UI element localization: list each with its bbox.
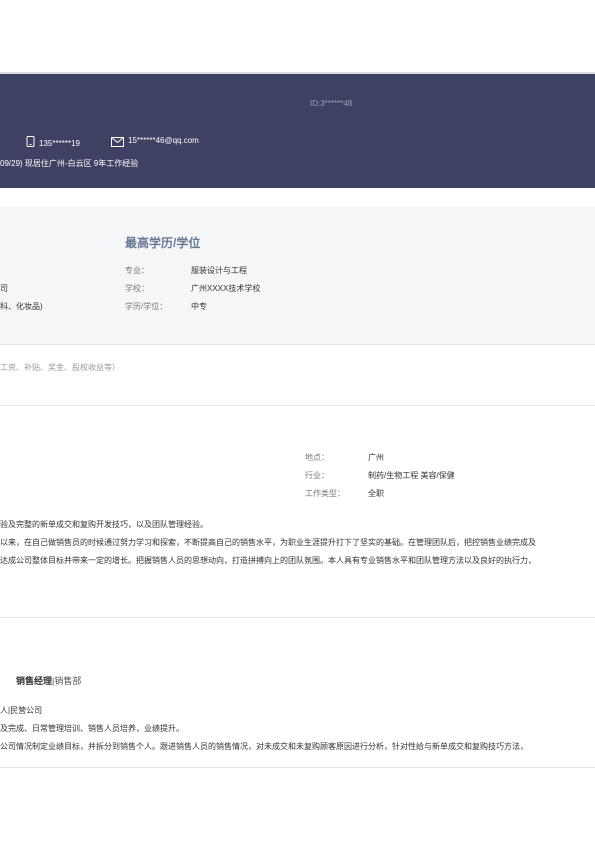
major-label: 专业： <box>125 266 149 275</box>
location-value: 广州 <box>368 453 384 462</box>
job-type-value: 全职 <box>368 489 384 498</box>
profile-header <box>0 74 595 188</box>
section-divider <box>0 617 595 618</box>
personal-info-line: 09/29) 现居住广州-白云区 9年工作经验 <box>0 159 139 168</box>
school-value: 广州XXXX技术学校 <box>191 284 261 293</box>
education-left-line-2: 科、化妆品) <box>0 302 43 311</box>
work-duty-line-1: 及完成、日常管理培训、销售人员培养，业绩提升。 <box>0 724 184 733</box>
work-duty-line-2: 公司情况制定业绩目标，并拆分到销售个人。跟进销售人员的销售情况，对未成交和未复购… <box>0 742 528 751</box>
position-title: 销售经理 <box>16 676 53 686</box>
work-title-line: 销售经理|销售部 <box>16 674 81 687</box>
degree-value: 中专 <box>191 302 207 311</box>
section-divider <box>0 344 595 345</box>
major-value: 服装设计与工程 <box>191 266 247 275</box>
department: |销售部 <box>52 676 82 686</box>
school-label: 学校： <box>125 284 149 293</box>
self-eval-line-1: 验及完整的新单成交和复购开发技巧，以及团队管理经验。 <box>0 520 208 529</box>
location-label: 地点： <box>305 453 329 462</box>
industry-label: 行业： <box>305 471 329 480</box>
education-title: 最高学历/学位 <box>125 236 201 250</box>
self-eval-line-3: 达成公司整体目标并带来一定的增长。把握销售人员的思想动向，打造拼搏向上的团队氛围… <box>0 556 536 565</box>
email-address: 15******46@qq.com <box>128 136 199 145</box>
job-type-label: 工作类型： <box>305 489 345 498</box>
salary-note: 工资、补贴、奖金、股权收益等） <box>0 363 120 372</box>
phone-icon <box>26 136 35 147</box>
degree-label: 学历/学位： <box>125 302 168 311</box>
mail-icon <box>111 137 124 147</box>
company-info: 人|民营公司 <box>0 706 43 715</box>
section-divider <box>0 405 595 406</box>
section-divider <box>0 767 595 768</box>
industry-value: 制药/生物工程 美容/保健 <box>368 471 455 480</box>
education-section <box>0 207 595 344</box>
self-eval-line-2: 以来，在自己做销售员的时候通过努力学习和探索，不断提高自己的销售水平，为职业生涯… <box>0 538 536 547</box>
resume-id: ID:3******48 <box>310 99 353 108</box>
phone-number: 135******19 <box>39 139 80 148</box>
education-left-line-1: 司 <box>0 284 8 293</box>
